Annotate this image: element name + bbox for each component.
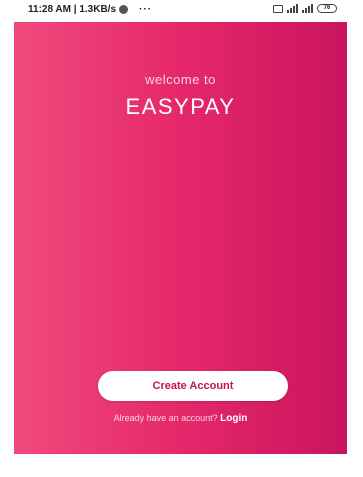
welcome-screen: welcome to EASYPAY Create Account Alread… [14, 22, 347, 454]
call-icon [119, 5, 129, 14]
phone-frame: 11:28 AM | 1.3KB/s ··· 76 welcome to EAS… [0, 0, 363, 477]
status-bar: 11:28 AM | 1.3KB/s ··· 76 [0, 0, 363, 20]
status-left: 11:28 AM | 1.3KB/s ··· [28, 4, 152, 15]
brand-title: EASYPAY [125, 94, 236, 119]
battery-icon: 76 [317, 4, 337, 13]
login-prompt-text: Already have an account? [113, 413, 221, 423]
signal-icon [287, 4, 298, 13]
status-right: 76 [273, 4, 337, 13]
login-prompt-row: Already have an account? Login [14, 413, 347, 424]
signal-icon-2 [302, 4, 313, 13]
welcome-text: welcome to [145, 72, 216, 87]
more-notifications-icon: ··· [139, 4, 153, 15]
create-account-button[interactable]: Create Account [98, 371, 288, 401]
status-time-speed: 11:28 AM | 1.3KB/s [28, 4, 117, 15]
login-link[interactable]: Login [220, 413, 247, 424]
notification-icon [273, 4, 283, 13]
